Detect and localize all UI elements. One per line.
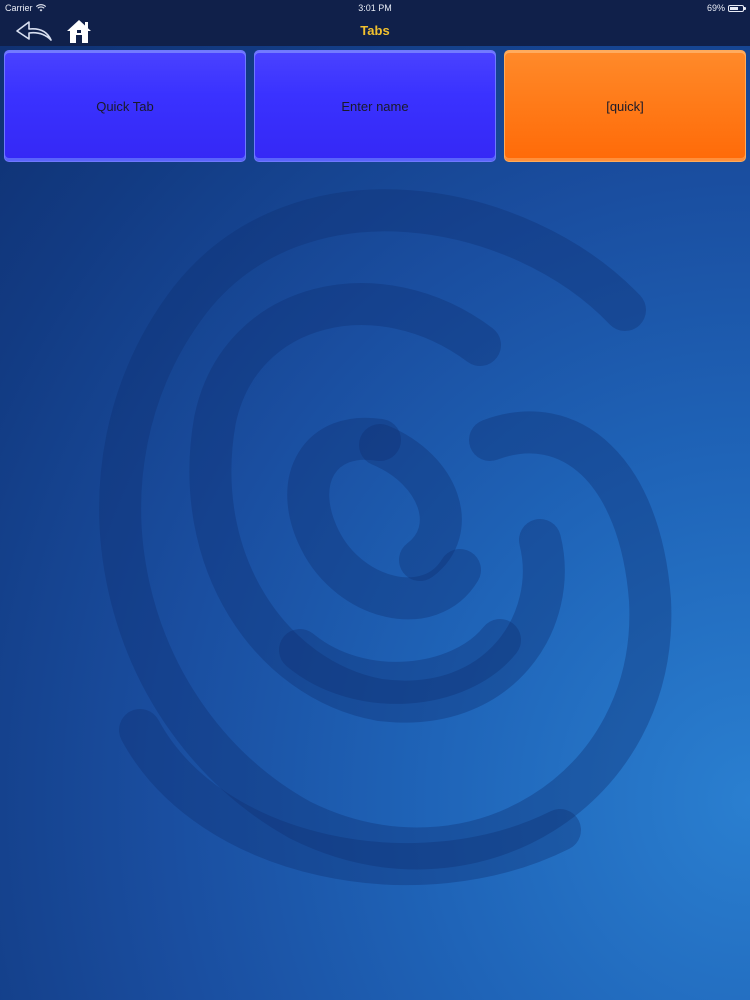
tab-quick-tab[interactable]: Quick Tab	[4, 50, 246, 162]
screen: Carrier 3:01 PM 69% Tabs Quick Tab Enter…	[0, 0, 750, 1000]
battery-icon	[728, 4, 746, 12]
tab-quick-selected[interactable]: [quick]	[504, 50, 746, 162]
battery-percent: 69%	[706, 3, 725, 13]
tab-label: Quick Tab	[96, 98, 154, 114]
battery-indicator: 69%	[706, 0, 746, 16]
nav-bar: Tabs	[0, 16, 750, 46]
tab-label: [quick]	[606, 98, 644, 114]
battery-level-fill	[730, 6, 739, 10]
page-title: Tabs	[360, 23, 390, 38]
tab-enter-name[interactable]: Enter name	[254, 50, 496, 162]
status-time: 3:01 PM	[358, 3, 392, 13]
status-bar: Carrier 3:01 PM 69%	[0, 0, 750, 16]
tab-label: Enter name	[341, 98, 409, 114]
